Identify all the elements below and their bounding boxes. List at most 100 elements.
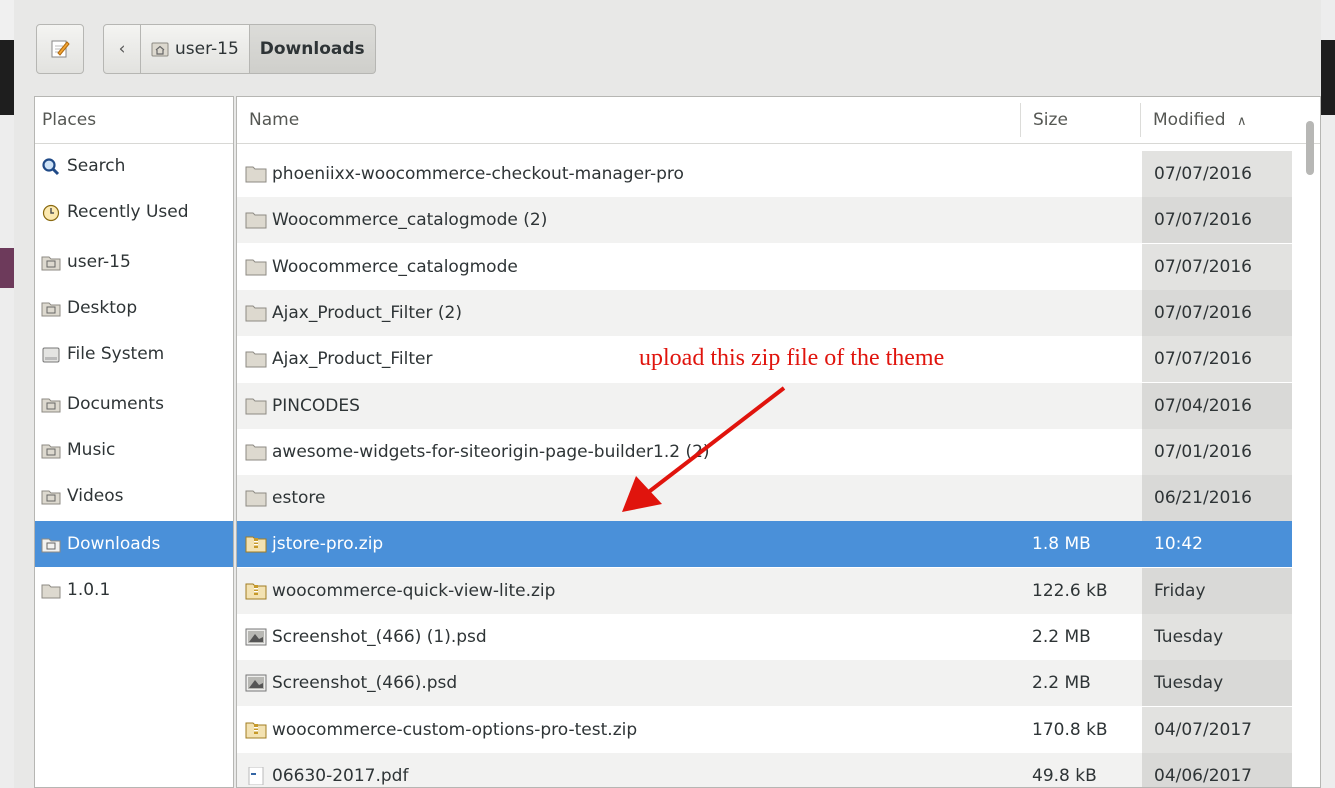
file-row[interactable]: jstore-pro.zip 1.8 MB 10:42 xyxy=(237,521,1292,568)
downloads-folder-icon xyxy=(41,536,61,553)
breadcrumb-user-15[interactable]: user-15 xyxy=(141,24,250,74)
back-button[interactable]: ‹ xyxy=(103,24,141,74)
sidebar-item-videos[interactable]: Videos xyxy=(35,473,233,519)
file-modified: Tuesday xyxy=(1154,627,1224,647)
sidebar-item-label: Recently Used xyxy=(67,202,189,222)
documents-folder-icon xyxy=(41,396,61,413)
file-modified: 04/06/2017 xyxy=(1154,765,1252,786)
folder-icon xyxy=(245,350,267,368)
column-header-modified[interactable]: Modified ∧ xyxy=(1153,97,1246,143)
breadcrumb-label: Downloads xyxy=(259,39,365,59)
file-name: 06630-2017.pdf xyxy=(272,765,409,786)
file-size: 122.6 kB xyxy=(1032,580,1108,601)
home-folder-icon xyxy=(151,42,169,57)
image-file-icon xyxy=(245,628,267,646)
search-icon xyxy=(41,157,61,175)
file-row[interactable]: 06630-2017.pdf 49.8 kB 04/06/2017 xyxy=(237,752,1292,787)
column-separator xyxy=(1020,103,1021,137)
sidebar-item-downloads[interactable]: Downloads xyxy=(35,521,233,567)
background-window-dark xyxy=(0,40,14,115)
sidebar-item-label: Documents xyxy=(67,394,164,414)
sidebar-item-label: Desktop xyxy=(67,298,138,318)
file-row[interactable]: woocommerce-custom-options-pro-test.zip 1… xyxy=(237,706,1292,753)
home-folder-icon xyxy=(41,254,61,271)
folder-icon xyxy=(245,165,267,183)
folder-icon xyxy=(245,443,267,461)
file-row[interactable]: Woocommerce_catalogmode 07/07/2016 xyxy=(237,243,1292,290)
background-window-accent xyxy=(0,248,14,288)
sidebar-item-label: Videos xyxy=(67,486,124,506)
folder-icon xyxy=(245,211,267,229)
file-modified: 07/07/2016 xyxy=(1154,349,1252,370)
file-name: Screenshot_(466) (1).psd xyxy=(272,627,487,647)
column-header-size[interactable]: Size xyxy=(1033,97,1068,143)
music-folder-icon xyxy=(41,442,61,459)
file-name: Ajax_Product_Filter xyxy=(272,349,433,370)
places-sidebar: Places Search Recently Used user-15 Desktop… xyxy=(34,96,234,788)
file-name: Woocommerce_catalogmode (2) xyxy=(272,210,548,231)
file-modified: 10:42 xyxy=(1154,534,1203,555)
sidebar-item-label: File System xyxy=(67,344,165,364)
sidebar-item-1-0-1[interactable]: 1.0.1 xyxy=(35,567,233,613)
sidebar-item-label: Search xyxy=(67,156,126,176)
annotation-text: upload this zip file of the theme xyxy=(639,345,945,371)
folder-icon xyxy=(245,397,267,415)
chevron-left-icon: ‹ xyxy=(118,39,126,59)
annotation-arrow-icon xyxy=(622,386,786,512)
breadcrumb-downloads[interactable]: Downloads xyxy=(249,24,376,74)
file-modified: 07/07/2016 xyxy=(1154,164,1252,184)
file-name: woocommerce-custom-options-pro-test.zip xyxy=(272,719,638,740)
videos-folder-icon xyxy=(41,488,61,505)
file-size: 2.2 MB xyxy=(1032,627,1091,647)
image-file-icon xyxy=(245,674,267,692)
file-name: phoeniixx-woocommerce-checkout-manager-p… xyxy=(272,164,684,184)
column-header-name[interactable]: Name xyxy=(249,97,299,143)
file-name: estore xyxy=(272,488,326,509)
file-row[interactable]: Woocommerce_catalogmode (2) 07/07/2016 xyxy=(237,197,1292,244)
file-row[interactable]: Ajax_Product_Filter (2) 07/07/2016 xyxy=(237,289,1292,336)
sidebar-item-user-15[interactable]: user-15 xyxy=(35,239,233,285)
type-location-button[interactable] xyxy=(36,24,84,74)
sidebar-item-file-system[interactable]: File System xyxy=(35,331,233,377)
places-header: Places xyxy=(35,97,233,144)
sidebar-item-recently-used[interactable]: Recently Used xyxy=(35,189,233,235)
file-modified: 07/04/2016 xyxy=(1154,395,1252,416)
folder-icon xyxy=(245,489,267,507)
file-name: woocommerce-quick-view-lite.zip xyxy=(272,580,556,601)
file-chooser-dialog: ‹ user-15 Downloads Places Search Recentl… xyxy=(14,0,1321,788)
pdf-file-icon xyxy=(245,766,267,786)
folder-icon xyxy=(245,304,267,322)
file-row[interactable]: phoeniixx-woocommerce-checkout-manager-p… xyxy=(237,151,1292,197)
edit-icon xyxy=(51,40,70,58)
background-window xyxy=(0,0,14,40)
file-name: Ajax_Product_Filter (2) xyxy=(272,302,462,323)
file-row[interactable]: woocommerce-quick-view-lite.zip 122.6 kB F… xyxy=(237,567,1292,614)
sidebar-item-label: 1.0.1 xyxy=(67,580,111,600)
sidebar-item-label: Downloads xyxy=(67,534,161,554)
file-modified: 07/01/2016 xyxy=(1154,441,1252,462)
file-name: jstore-pro.zip xyxy=(272,534,384,555)
folder-icon xyxy=(245,258,267,276)
path-bar: ‹ user-15 Downloads xyxy=(103,24,376,74)
file-modified: 07/07/2016 xyxy=(1154,210,1252,231)
file-size: 170.8 kB xyxy=(1032,719,1108,740)
zip-archive-icon xyxy=(245,535,267,553)
sidebar-item-search[interactable]: Search xyxy=(35,143,233,189)
background-window-right xyxy=(1321,40,1335,115)
breadcrumb-label: user-15 xyxy=(175,39,239,59)
file-row[interactable]: Screenshot_(466).psd 2.2 MB Tuesday xyxy=(237,660,1292,707)
scrollbar-thumb[interactable] xyxy=(1306,121,1314,175)
file-list-header: Name Size Modified ∧ xyxy=(237,97,1320,144)
file-modified: Tuesday xyxy=(1154,673,1224,694)
sidebar-item-desktop[interactable]: Desktop xyxy=(35,285,233,331)
sidebar-item-music[interactable]: Music xyxy=(35,427,233,473)
desktop-folder-icon xyxy=(41,300,61,317)
sidebar-item-documents[interactable]: Documents xyxy=(35,381,233,427)
file-name: Screenshot_(466).psd xyxy=(272,673,458,694)
column-separator xyxy=(1140,103,1141,137)
sidebar-item-label: Music xyxy=(67,440,116,460)
file-modified: 07/07/2016 xyxy=(1154,302,1252,323)
folder-icon xyxy=(41,582,61,599)
file-row[interactable]: Screenshot_(466) (1).psd 2.2 MB Tuesday xyxy=(237,614,1292,660)
zip-archive-icon xyxy=(245,582,267,600)
